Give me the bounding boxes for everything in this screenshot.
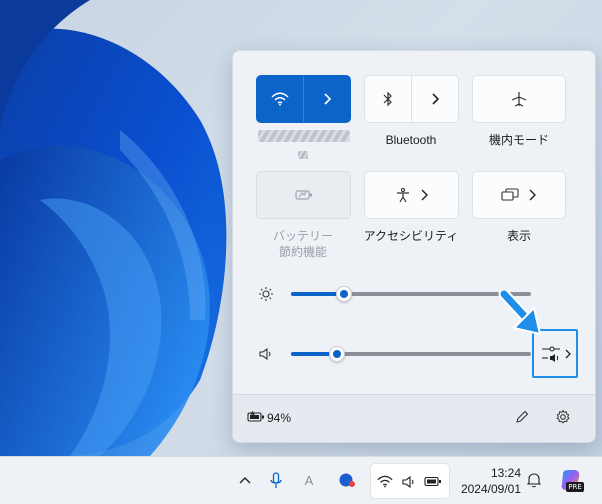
display-label: 表示 [506,229,531,243]
brightness-slider-thumb[interactable] [335,286,352,302]
chevron-right-icon [432,93,440,105]
taskbar-clock[interactable]: 13:24 2024/09/01 [455,465,521,497]
wifi-network-name-redacted [258,130,350,142]
edit-quick-settings-button[interactable] [514,409,530,425]
battery-saver-label-line2: 節約機能 [278,245,327,259]
ime-indicator[interactable]: A [302,471,316,489]
quick-settings-tray-button[interactable] [370,463,450,499]
show-hidden-icons-button[interactable] [238,473,252,487]
brightness-slider[interactable] [291,292,531,296]
taskbar: A 13:24 2024/09/01 PRE [0,456,602,504]
battery-saver-icon [294,190,312,200]
bluetooth-icon [383,91,392,107]
wifi-toggle[interactable] [257,76,303,122]
wifi-network-name-redacted-2 [298,151,308,159]
app-tray-icon[interactable] [338,471,356,489]
volume-icon [402,475,414,489]
display-icon [501,188,519,201]
brightness-icon [258,286,274,302]
notifications-button[interactable] [526,470,542,490]
clock-time: 13:24 [490,466,521,480]
volume-icon[interactable] [258,346,274,362]
edit-icon [516,410,529,423]
wifi-expand-button[interactable] [303,76,350,122]
battery-saver-label: バッテリー 節約機能 [255,228,351,260]
accessibility-label: アクセシビリティ [363,229,459,243]
clock-date: 2024/09/01 [460,482,521,496]
volume-slider-thumb[interactable] [328,346,345,362]
bluetooth-expand-button[interactable] [411,76,458,122]
chevron-right-icon [324,93,332,105]
chevron-up-icon [239,477,251,484]
battery-percentage: 94% [267,411,292,425]
battery-icon[interactable] [247,410,265,424]
wifi-tile[interactable] [256,75,351,123]
volume-slider[interactable] [291,352,531,356]
annotation-arrow-icon [498,290,542,336]
bell-icon [527,473,541,488]
battery-icon [424,476,441,487]
settings-icon [556,409,570,424]
wifi-icon [271,92,289,106]
battery-saver-label-line1: バッテリー [272,229,333,243]
accessibility-icon [396,187,409,203]
copilot-button[interactable]: PRE [558,467,584,493]
accessibility-tile[interactable] [364,171,459,219]
settings-button[interactable] [555,409,571,425]
bluetooth-tile[interactable] [364,75,459,123]
display-tile[interactable] [472,171,566,219]
airplane-icon [511,92,527,107]
airplane-mode-tile[interactable] [472,75,566,123]
wifi-icon [377,475,393,488]
airplane-mode-label: 機内モード [488,133,549,147]
microphone-icon [270,472,282,488]
bluetooth-label: Bluetooth [385,133,437,147]
copilot-preview-badge: PRE [566,482,584,492]
chevron-right-icon [421,189,428,201]
microphone-button[interactable] [268,471,284,491]
chevron-right-icon [529,189,536,201]
bluetooth-toggle[interactable] [365,76,411,122]
battery-saver-tile[interactable] [256,171,351,219]
